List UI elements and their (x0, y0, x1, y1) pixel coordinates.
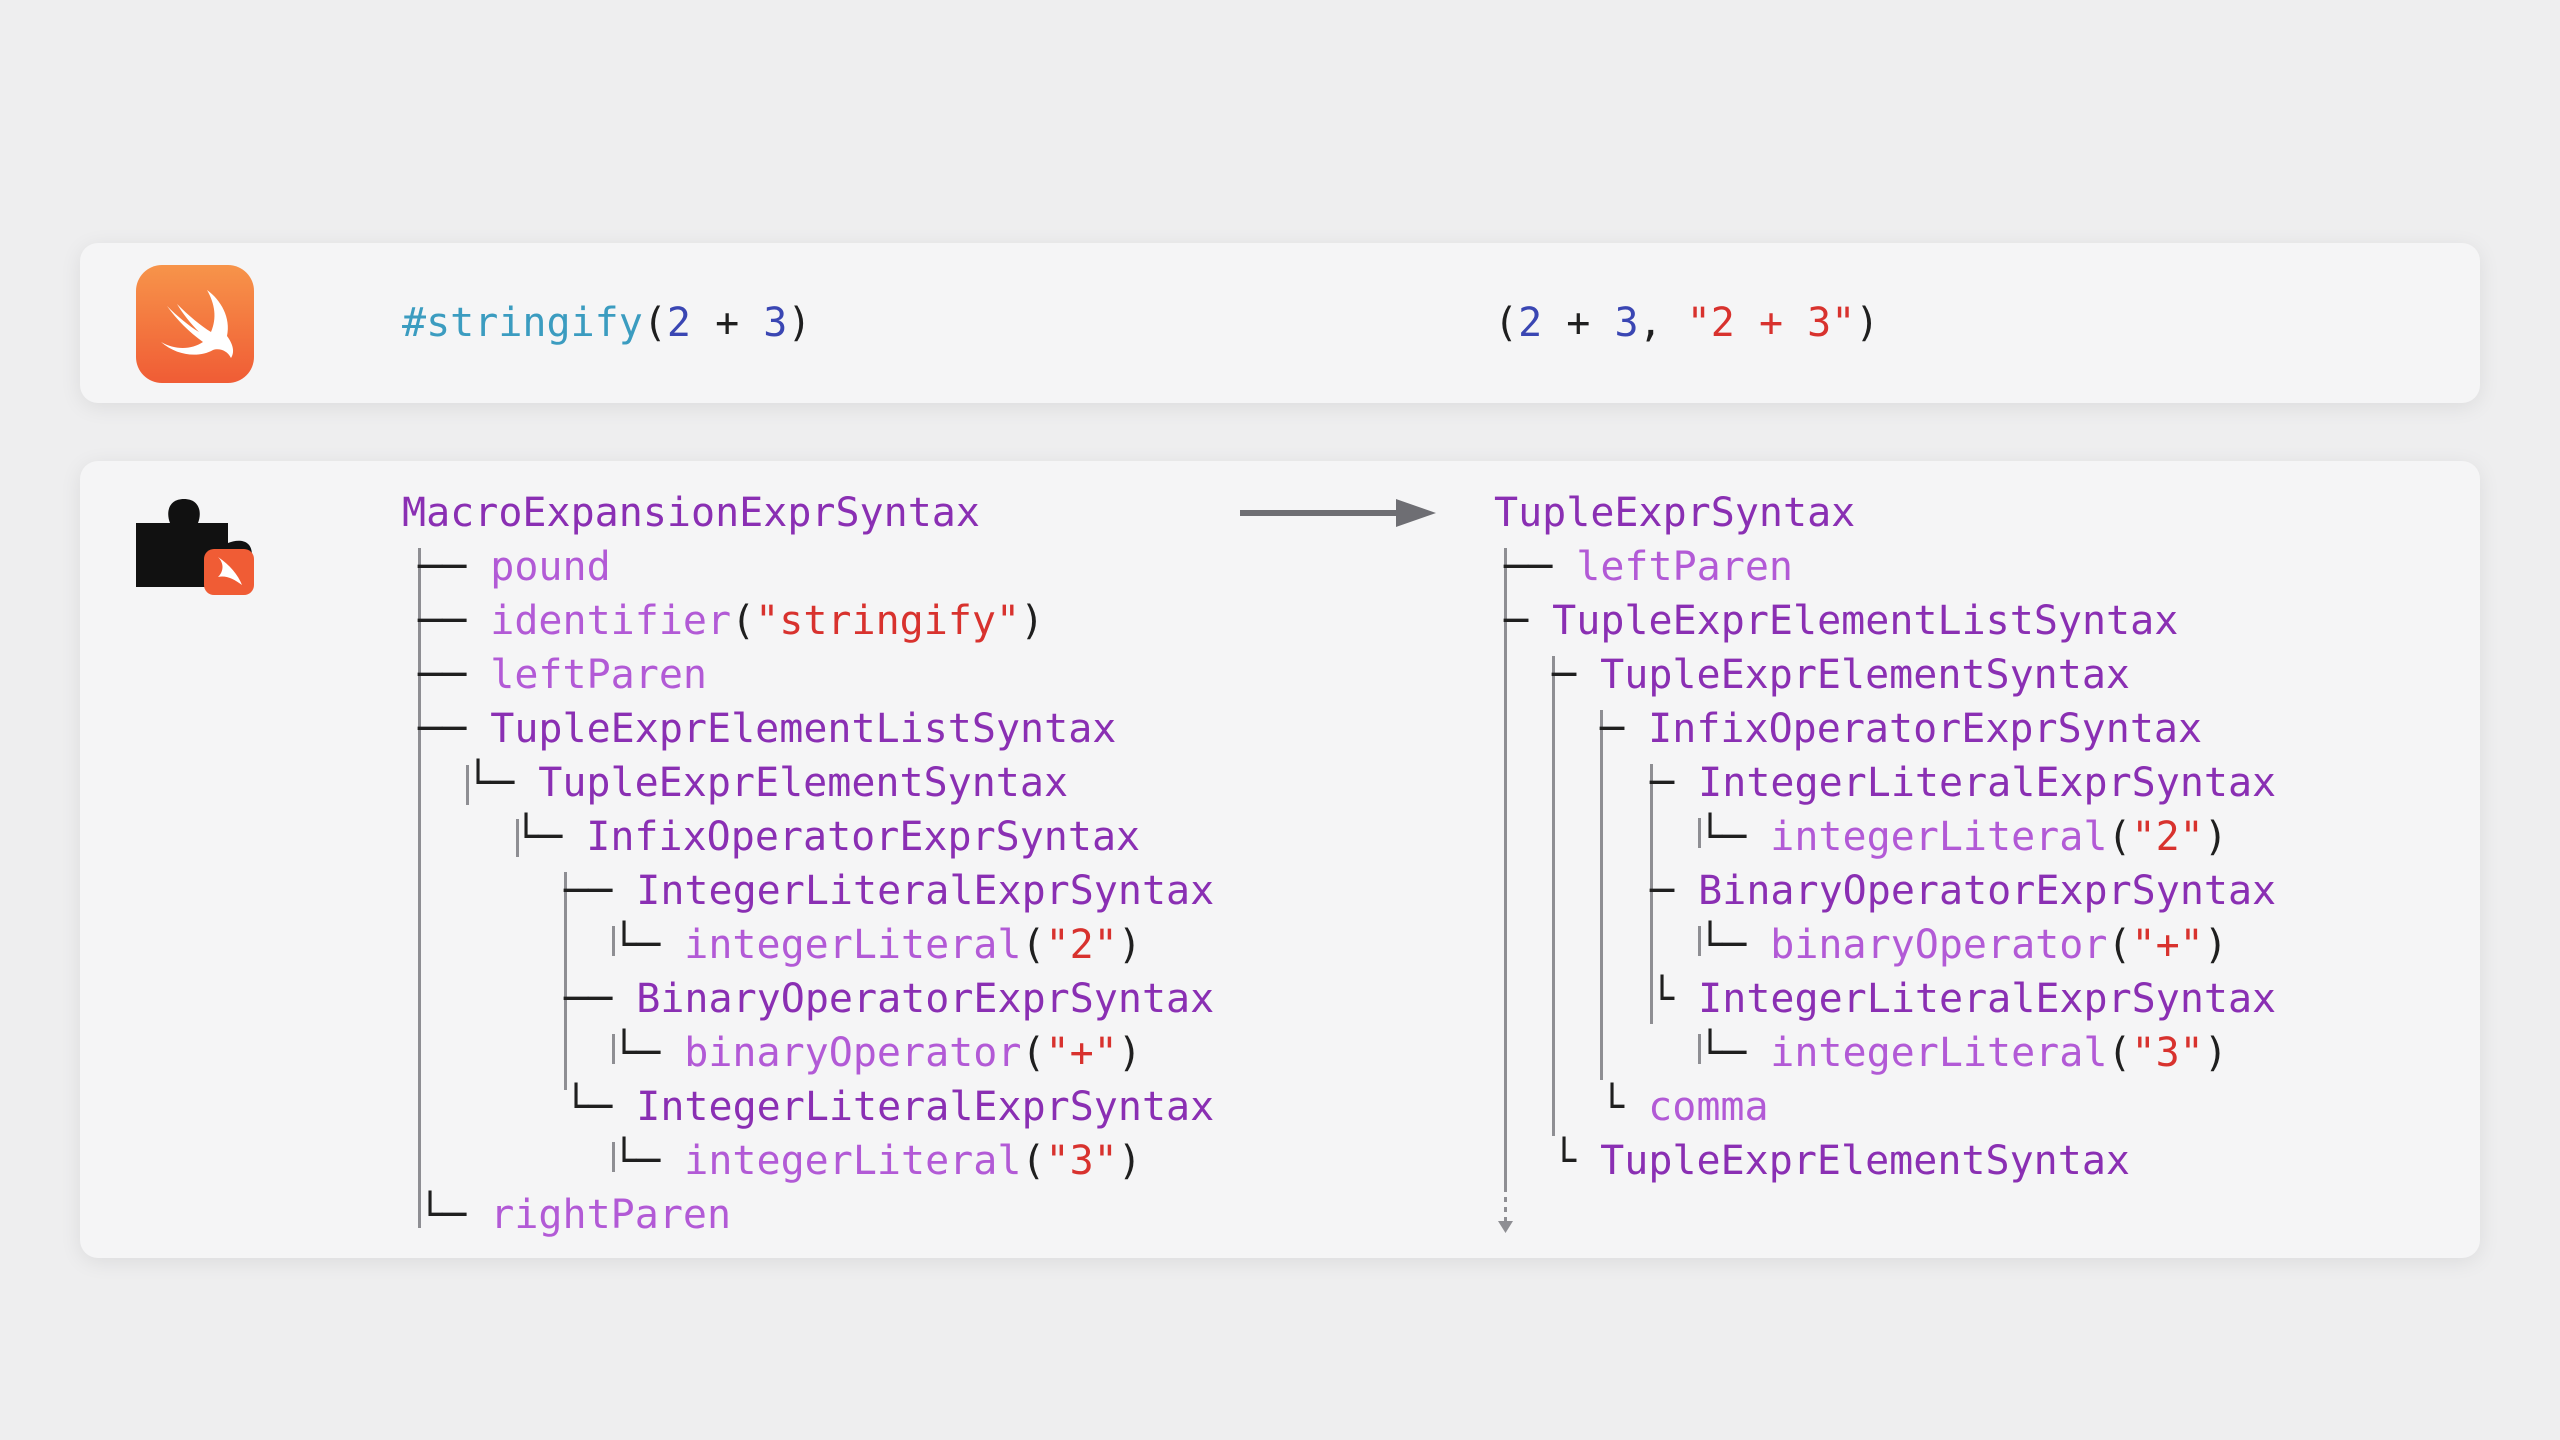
node-label: BinaryOperatorExprSyntax (1698, 868, 2277, 914)
expansion-result-code: (2 + 3, "2 + 3") (1494, 296, 1879, 350)
tree-node: ─ TupleExprElementListSyntax (1504, 598, 2179, 644)
token-value: "3" (1045, 1138, 1118, 1184)
string-literal: "2 + 3" (1686, 300, 1856, 346)
tree-node: ─ BinaryOperatorExprSyntax (1650, 868, 2277, 914)
tree-node: ── leftParen (1504, 544, 1793, 590)
tree-node: └─ integerLiteral("3") (1698, 1030, 2228, 1076)
tree-node: TupleExprSyntax (1494, 486, 1855, 540)
tree-node: └─ integerLiteral("2") (612, 922, 1142, 968)
tree-node: └─ IntegerLiteralExprSyntax (564, 1084, 1215, 1130)
number-literal: 2 (666, 300, 692, 346)
separator: , (1638, 300, 1687, 346)
paren-close: ) (787, 300, 812, 346)
token-value: "2" (2131, 814, 2204, 860)
token-label: binaryOperator (1770, 922, 2108, 968)
continuation-arrow-icon (1498, 1187, 1513, 1233)
token-value: "2" (1045, 922, 1118, 968)
token-label: integerLiteral (684, 1138, 1022, 1184)
token-label: identifier (490, 598, 732, 644)
paren-open: ( (1494, 300, 1519, 346)
token-label: leftParen (1576, 544, 1793, 590)
token-value: "3" (2131, 1030, 2204, 1076)
tree-node: ── TupleExprElementListSyntax (418, 706, 1117, 752)
token-label: integerLiteral (1770, 814, 2108, 860)
tree-node: └─ InfixOperatorExprSyntax (514, 814, 1141, 860)
macro-usage-card: #stringify(2 + 3) (2 + 3, "2 + 3") (80, 243, 2480, 403)
tree-node: ── leftParen (418, 652, 707, 698)
number-literal: 3 (1614, 300, 1639, 346)
node-label: IntegerLiteralExprSyntax (1698, 760, 2277, 806)
tree-node: ── identifier("stringify") (418, 598, 1045, 644)
token-value: "stringify" (755, 598, 1021, 644)
tree-node: └ comma (1600, 1084, 1769, 1130)
macro-call-code: #stringify(2 + 3) (402, 296, 811, 350)
tree-node: └─ TupleExprElementSyntax (466, 760, 1069, 806)
tree-node: └─ rightParen (418, 1192, 732, 1238)
tree-node: └─ integerLiteral("3") (612, 1138, 1142, 1184)
number-literal: 3 (763, 300, 788, 346)
tree-node: ─ InfixOperatorExprSyntax (1600, 706, 2203, 752)
node-label: InfixOperatorExprSyntax (1648, 706, 2203, 752)
operator: + (691, 300, 764, 346)
token-label: rightParen (490, 1192, 732, 1238)
transform-arrow-icon (1240, 499, 1436, 527)
node-label: IntegerLiteralExprSyntax (636, 1084, 1215, 1130)
tree-node: ── BinaryOperatorExprSyntax (564, 976, 1215, 1022)
token-value: "+" (2131, 922, 2204, 968)
token-label: integerLiteral (1770, 1030, 2108, 1076)
tree-node: ─ IntegerLiteralExprSyntax (1650, 760, 2277, 806)
node-label: IntegerLiteralExprSyntax (1698, 976, 2277, 1022)
tree-node: ── IntegerLiteralExprSyntax (564, 868, 1215, 914)
node-label: TupleExprElementSyntax (1600, 1138, 2130, 1184)
token-value: "+" (1045, 1030, 1118, 1076)
token-label: binaryOperator (684, 1030, 1022, 1076)
token-label: leftParen (490, 652, 707, 698)
tree-guide (1600, 710, 1603, 1080)
node-label: TupleExprElementSyntax (538, 760, 1069, 806)
tree-node: └ TupleExprElementSyntax (1552, 1138, 2130, 1184)
macro-name: #stringify (402, 300, 643, 346)
tree-node: └ IntegerLiteralExprSyntax (1650, 976, 2277, 1022)
node-label: TupleExprElementListSyntax (1552, 598, 2179, 644)
node-label: IntegerLiteralExprSyntax (636, 868, 1215, 914)
tree-node: MacroExpansionExprSyntax (402, 486, 980, 540)
node-label: TupleExprElementSyntax (1600, 652, 2130, 698)
syntax-tree-card: MacroExpansionExprSyntax ── pound ── ide… (80, 461, 2480, 1258)
token-label: integerLiteral (684, 922, 1022, 968)
paren-open: ( (642, 300, 667, 346)
node-label: BinaryOperatorExprSyntax (636, 976, 1215, 1022)
number-literal: 2 (1518, 300, 1543, 346)
macro-plugin-icon (136, 499, 254, 595)
token-label: pound (490, 544, 611, 590)
node-label: InfixOperatorExprSyntax (586, 814, 1141, 860)
swift-logo-icon (136, 265, 254, 383)
node-label: TupleExprSyntax (1494, 490, 1856, 536)
tree-node: └─ integerLiteral("2") (1698, 814, 2228, 860)
paren-close: ) (1855, 300, 1880, 346)
tree-node: ─ TupleExprElementSyntax (1552, 652, 2130, 698)
node-label: MacroExpansionExprSyntax (402, 490, 980, 536)
operator: + (1542, 300, 1615, 346)
tree-node: ── pound (418, 544, 611, 590)
tree-guide (1552, 656, 1555, 1136)
token-label: comma (1648, 1084, 1769, 1130)
tree-node: └─ binaryOperator("+") (612, 1030, 1142, 1076)
node-label: TupleExprElementListSyntax (490, 706, 1117, 752)
tree-node: └─ binaryOperator("+") (1698, 922, 2228, 968)
